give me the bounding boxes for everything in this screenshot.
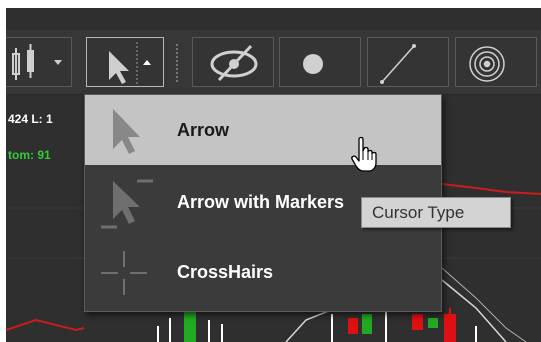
eye-slash-icon [210,44,258,82]
line-tool-button[interactable] [367,37,449,87]
ticker-info-line2: tom: 91 [8,148,51,162]
drawing-toolbar [6,30,541,95]
crosshairs-icon [101,251,147,295]
menu-item-crosshairs[interactable]: CrossHairs [85,237,441,307]
hand-pointer-icon [351,136,377,172]
toolbar-separator [176,44,181,82]
candlestick-icon [12,44,34,80]
chart-type-button[interactable] [6,37,72,87]
hide-drawings-button[interactable] [192,37,274,87]
menu-item-label: Arrow [177,120,230,140]
circle-tool-button[interactable] [455,37,537,87]
dot-icon [303,54,323,74]
arrow-cursor-icon [109,51,129,84]
menu-item-label: Arrow with Markers [177,192,345,212]
chevron-down-icon[interactable] [54,60,62,65]
dot-tool-button[interactable] [279,37,361,87]
menu-item-arrow[interactable]: Arrow [85,95,441,165]
line-icon [380,44,416,84]
tooltip: Cursor Type [361,197,511,228]
concentric-circles-icon [469,46,505,82]
chevron-up-icon[interactable] [143,60,151,65]
arrow-icon [113,109,140,154]
ticker-info-line1: 424 L: 1 [8,112,53,126]
trading-window: 424 L: 1 tom: 91 Arrow Arrow with Marker… [6,8,541,342]
cursor-type-button[interactable] [86,37,164,87]
menu-item-label: CrossHairs [177,262,274,282]
arrow-with-markers-icon [101,179,153,229]
